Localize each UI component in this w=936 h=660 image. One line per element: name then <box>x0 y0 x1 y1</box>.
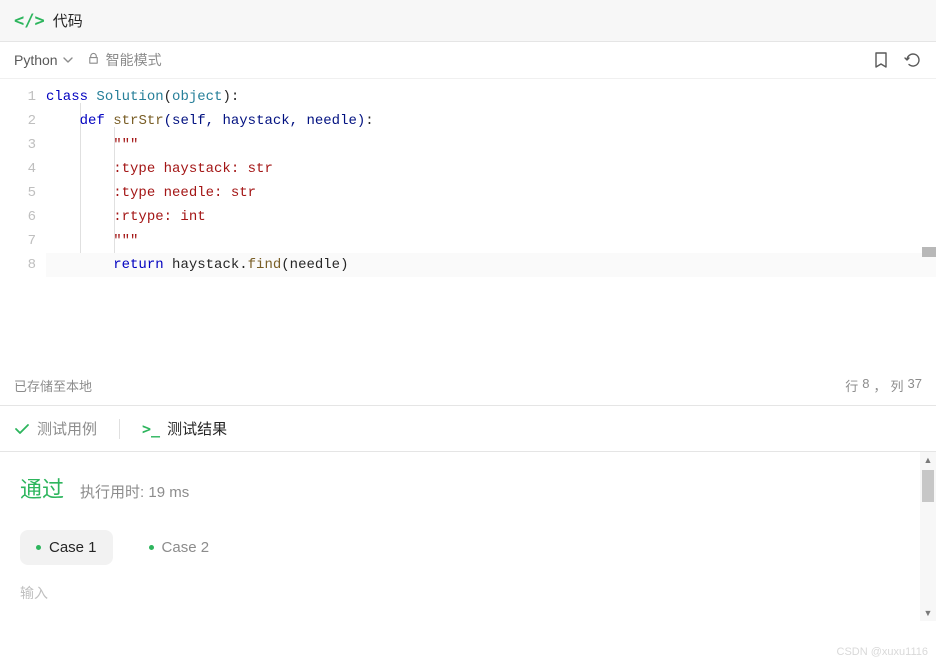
code-line: """ <box>46 133 936 157</box>
case-1-button[interactable]: Case 1 <box>20 530 113 565</box>
scroll-down-icon[interactable]: ▼ <box>920 605 936 621</box>
line-number: 2 <box>0 109 36 133</box>
code-line: class Solution(object): <box>46 85 936 109</box>
scroll-thumb[interactable] <box>922 470 934 502</box>
line-number: 8 <box>0 253 36 277</box>
code-line: :type haystack: str <box>46 157 936 181</box>
tab-testcases[interactable]: 测试用例 <box>14 418 97 439</box>
runtime-text: 执行用时: 19 ms <box>80 481 189 502</box>
language-select[interactable]: Python <box>14 52 73 68</box>
result-panel: 通过 执行用时: 19 ms Case 1 Case 2 输入 ▲ ▼ <box>0 451 936 621</box>
result-header: 通过 执行用时: 19 ms <box>20 472 916 504</box>
saved-status: 已存储至本地 <box>14 376 92 395</box>
watermark: CSDN @xuxu1116 <box>837 646 928 658</box>
status-dot-icon <box>149 545 154 550</box>
line-number: 7 <box>0 229 36 253</box>
tab-label: 测试结果 <box>167 418 227 439</box>
toolbar-right <box>872 51 922 69</box>
tab-testresult[interactable]: >_ 测试结果 <box>142 418 227 439</box>
lock-icon <box>87 52 100 68</box>
pass-status: 通过 <box>20 472 64 504</box>
mode-label: 智能模式 <box>87 50 162 70</box>
case-2-button[interactable]: Case 2 <box>133 530 226 565</box>
scrollbar[interactable]: ▲ ▼ <box>920 452 936 621</box>
cursor-position: 行 8， 列 37 <box>845 376 922 395</box>
line-number: 6 <box>0 205 36 229</box>
header: </> 代码 <box>0 0 936 42</box>
code-editor[interactable]: 1 2 3 4 5 6 7 8 class Solution(object): … <box>0 78 936 366</box>
scroll-up-icon[interactable]: ▲ <box>920 452 936 468</box>
case-label: Case 2 <box>162 539 210 556</box>
terminal-icon: >_ <box>142 420 160 438</box>
tab-label: 测试用例 <box>37 418 97 439</box>
mode-text: 智能模式 <box>106 50 162 70</box>
case-list: Case 1 Case 2 <box>20 530 916 565</box>
code-line: return haystack.find(needle) <box>46 253 936 277</box>
code-line: def strStr(self, haystack, needle): <box>46 109 936 133</box>
code-line: :type needle: str <box>46 181 936 205</box>
line-number: 4 <box>0 157 36 181</box>
input-label: 输入 <box>20 583 916 603</box>
toolbar: Python 智能模式 <box>0 42 936 78</box>
check-icon <box>14 421 30 437</box>
header-title: 代码 <box>53 10 83 31</box>
line-number: 3 <box>0 133 36 157</box>
code-body[interactable]: class Solution(object): def strStr(self,… <box>46 79 936 366</box>
result-tabs: 测试用例 >_ 测试结果 <box>0 405 936 451</box>
status-dot-icon <box>36 545 41 550</box>
case-label: Case 1 <box>49 539 97 556</box>
code-line: """ <box>46 229 936 253</box>
tab-divider <box>119 419 120 439</box>
language-label: Python <box>14 52 58 68</box>
code-icon: </> <box>14 11 45 31</box>
editor-scroll-mark <box>922 247 936 257</box>
status-bar: 已存储至本地 行 8， 列 37 <box>0 366 936 405</box>
line-gutter: 1 2 3 4 5 6 7 8 <box>0 79 46 366</box>
reset-icon[interactable] <box>904 51 922 69</box>
line-number: 1 <box>0 85 36 109</box>
chevron-down-icon <box>63 55 73 65</box>
bookmark-icon[interactable] <box>872 51 890 69</box>
code-line: :rtype: int <box>46 205 936 229</box>
line-number: 5 <box>0 181 36 205</box>
